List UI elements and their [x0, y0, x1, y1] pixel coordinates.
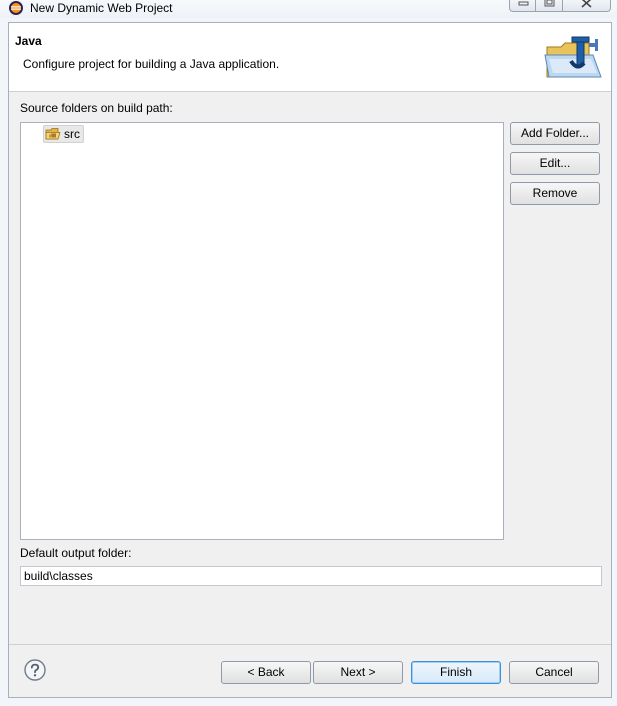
- source-folders-label: Source folders on build path:: [20, 101, 173, 115]
- dialog-window: New Dynamic Web Project Java Configure p…: [0, 0, 617, 706]
- source-folders-tree[interactable]: src: [20, 122, 504, 540]
- dialog-frame: Java Configure project for building a Ja…: [8, 22, 612, 698]
- java-folder-icon: [543, 33, 605, 83]
- eclipse-icon: [8, 0, 24, 16]
- page-description: Configure project for building a Java ap…: [23, 57, 280, 71]
- back-button[interactable]: < Back: [221, 661, 311, 684]
- edit-button[interactable]: Edit...: [510, 152, 600, 175]
- minimize-button[interactable]: [509, 0, 536, 12]
- help-icon[interactable]: [24, 659, 46, 681]
- list-item[interactable]: src: [43, 125, 84, 143]
- output-folder-field[interactable]: build\classes: [20, 566, 602, 586]
- output-folder-label: Default output folder:: [20, 546, 132, 560]
- maximize-button[interactable]: [536, 0, 563, 12]
- source-package-folder-icon: [45, 127, 61, 141]
- remove-button[interactable]: Remove: [510, 182, 600, 205]
- finish-button[interactable]: Finish: [411, 661, 501, 684]
- title-bar[interactable]: New Dynamic Web Project: [0, 0, 617, 18]
- next-button[interactable]: Next >: [313, 661, 403, 684]
- cancel-button[interactable]: Cancel: [509, 661, 599, 684]
- close-button[interactable]: [563, 0, 611, 12]
- tree-item-label: src: [64, 127, 80, 141]
- window-title: New Dynamic Web Project: [30, 1, 173, 15]
- page-title: Java: [15, 34, 42, 48]
- footer-divider: [9, 644, 611, 645]
- wizard-header: Java Configure project for building a Ja…: [9, 23, 611, 92]
- add-folder-button[interactable]: Add Folder...: [510, 122, 600, 145]
